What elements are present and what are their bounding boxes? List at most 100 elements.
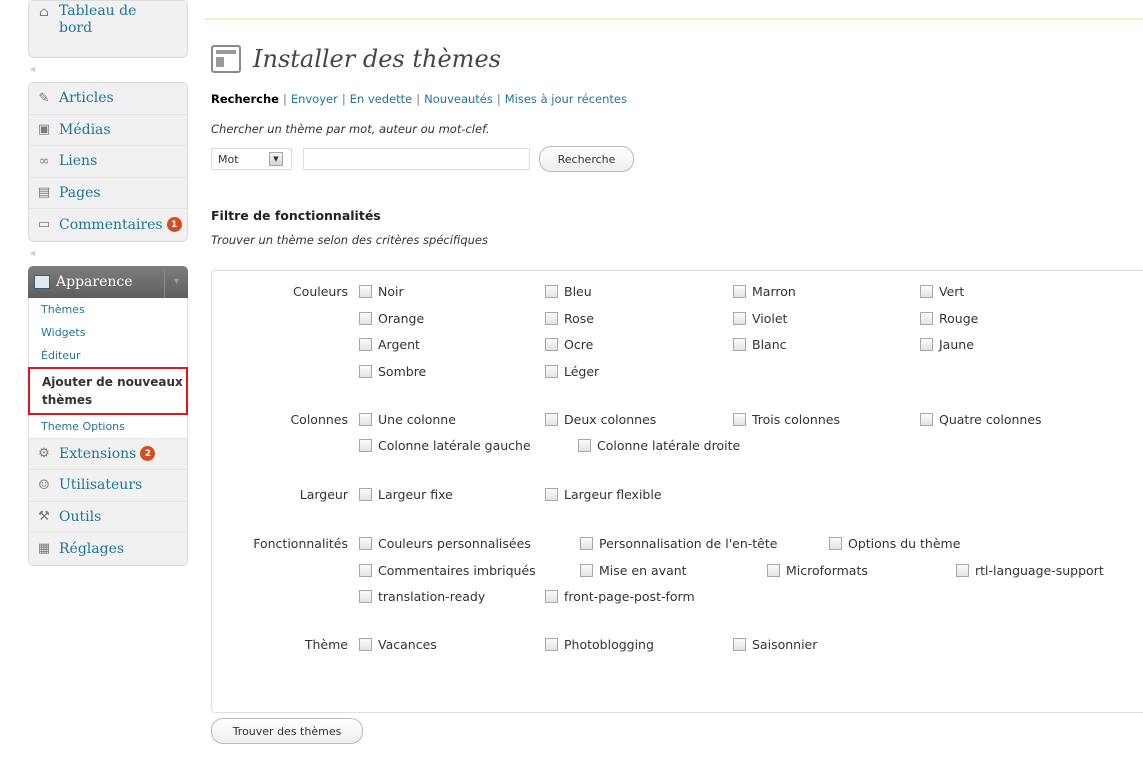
sidebar-item-links[interactable]: ∞ Liens bbox=[29, 146, 187, 178]
tab-newest[interactable]: Nouveautés bbox=[424, 92, 493, 106]
filter-option[interactable]: Deux colonnes bbox=[545, 412, 656, 427]
chevron-down-icon[interactable]: ▾ bbox=[164, 265, 188, 298]
checkbox[interactable] bbox=[956, 564, 969, 577]
submenu-item-themes[interactable]: Thèmes bbox=[29, 298, 187, 321]
search-type-select[interactable]: Mot ▼ bbox=[211, 148, 292, 170]
submenu-item-widgets[interactable]: Widgets bbox=[29, 321, 187, 344]
filter-option[interactable]: Photoblogging bbox=[545, 637, 654, 652]
filter-option[interactable]: Argent bbox=[359, 337, 420, 352]
filter-option[interactable]: Couleurs personnalisées bbox=[359, 536, 531, 551]
filter-option[interactable]: rtl-language-support bbox=[956, 563, 1104, 578]
checkbox[interactable] bbox=[359, 413, 372, 426]
sidebar-item-pages[interactable]: ▤ Pages bbox=[29, 178, 187, 209]
filter-option[interactable]: Sombre bbox=[359, 364, 426, 379]
option-label: Photoblogging bbox=[564, 637, 654, 652]
checkbox[interactable] bbox=[359, 537, 372, 550]
submenu-item-add-themes[interactable]: Ajouter de nouveaux thèmes bbox=[28, 366, 188, 415]
checkbox[interactable] bbox=[545, 488, 558, 501]
submenu-item-theme-options[interactable]: Theme Options bbox=[29, 415, 187, 438]
sidebar-item-tools[interactable]: ⚒ Outils bbox=[29, 502, 187, 533]
checkbox[interactable] bbox=[545, 638, 558, 651]
checkbox[interactable] bbox=[359, 439, 372, 452]
filter-option[interactable]: Personnalisation de l'en-tête bbox=[580, 536, 777, 551]
filter-option[interactable]: Vacances bbox=[359, 637, 437, 652]
checkbox[interactable] bbox=[359, 285, 372, 298]
tab-search[interactable]: Recherche bbox=[211, 92, 279, 106]
checkbox[interactable] bbox=[545, 590, 558, 603]
filter-option[interactable]: Options du thème bbox=[829, 536, 960, 551]
sidebar-item-settings[interactable]: ▦ Réglages bbox=[29, 533, 187, 565]
filter-option[interactable]: Blanc bbox=[733, 337, 787, 352]
tab-updated[interactable]: Mises à jour récentes bbox=[505, 92, 627, 106]
filter-option[interactable]: Marron bbox=[733, 284, 796, 299]
checkbox[interactable] bbox=[578, 439, 591, 452]
checkbox[interactable] bbox=[359, 312, 372, 325]
filter-option[interactable]: Commentaires imbriqués bbox=[359, 563, 536, 578]
checkbox[interactable] bbox=[359, 365, 372, 378]
checkbox[interactable] bbox=[359, 488, 372, 501]
checkbox[interactable] bbox=[359, 590, 372, 603]
find-themes-button[interactable]: Trouver des thèmes bbox=[211, 718, 363, 744]
checkbox[interactable] bbox=[733, 312, 746, 325]
filter-option[interactable]: Mise en avant bbox=[580, 563, 687, 578]
filter-option[interactable]: Rouge bbox=[920, 311, 978, 326]
checkbox[interactable] bbox=[359, 338, 372, 351]
filter-option[interactable]: Colonne latérale gauche bbox=[359, 438, 531, 453]
checkbox[interactable] bbox=[733, 338, 746, 351]
checkbox[interactable] bbox=[920, 338, 933, 351]
filter-option[interactable]: Une colonne bbox=[359, 412, 456, 427]
filter-option[interactable]: Trois colonnes bbox=[733, 412, 840, 427]
filter-option[interactable]: Largeur flexible bbox=[545, 487, 662, 502]
checkbox[interactable] bbox=[920, 312, 933, 325]
option-label: Largeur flexible bbox=[564, 487, 662, 502]
filter-option[interactable]: Léger bbox=[545, 364, 599, 379]
checkbox[interactable] bbox=[920, 285, 933, 298]
filter-option[interactable]: Largeur fixe bbox=[359, 487, 453, 502]
filter-option[interactable]: Violet bbox=[733, 311, 787, 326]
filter-option[interactable]: Saisonnier bbox=[733, 637, 817, 652]
sidebar-item-comments[interactable]: ▭ Commentaires 1 bbox=[29, 209, 187, 241]
tab-featured[interactable]: En vedette bbox=[350, 92, 413, 106]
option-label: Vert bbox=[939, 284, 965, 299]
filter-option[interactable]: Noir bbox=[359, 284, 404, 299]
checkbox[interactable] bbox=[545, 338, 558, 351]
filter-option[interactable]: Microformats bbox=[767, 563, 868, 578]
sidebar-item-plugins[interactable]: ⚙ Extensions 2 bbox=[29, 439, 187, 470]
checkbox[interactable] bbox=[920, 413, 933, 426]
checkbox[interactable] bbox=[359, 564, 372, 577]
checkbox[interactable] bbox=[545, 413, 558, 426]
checkbox[interactable] bbox=[545, 312, 558, 325]
checkbox[interactable] bbox=[580, 564, 593, 577]
filter-option[interactable]: translation-ready bbox=[359, 589, 485, 604]
tab-upload[interactable]: Envoyer bbox=[291, 92, 338, 106]
filter-option[interactable]: Rose bbox=[545, 311, 594, 326]
filter-option[interactable]: Orange bbox=[359, 311, 424, 326]
filter-option[interactable]: Colonne latérale droite bbox=[578, 438, 740, 453]
filter-option[interactable]: Bleu bbox=[545, 284, 592, 299]
filter-option[interactable]: Jaune bbox=[920, 337, 974, 352]
settings-icon: ▦ bbox=[37, 541, 51, 557]
checkbox[interactable] bbox=[767, 564, 780, 577]
sidebar-item-appearance[interactable]: Apparence ▾ bbox=[28, 265, 188, 298]
checkbox[interactable] bbox=[545, 365, 558, 378]
checkbox[interactable] bbox=[733, 285, 746, 298]
checkbox[interactable] bbox=[733, 638, 746, 651]
sidebar-item-users[interactable]: ☺ Utilisateurs bbox=[29, 470, 187, 502]
checkbox[interactable] bbox=[733, 413, 746, 426]
filter-option[interactable]: front-page-post-form bbox=[545, 589, 695, 604]
checkbox[interactable] bbox=[359, 638, 372, 651]
checkbox[interactable] bbox=[829, 537, 842, 550]
sidebar-item-label: Tableau de bord bbox=[59, 3, 137, 36]
submenu-item-editor[interactable]: Éditeur bbox=[29, 344, 187, 367]
filter-option[interactable]: Vert bbox=[920, 284, 964, 299]
sidebar-item-articles[interactable]: ✎ Articles bbox=[29, 83, 187, 115]
sidebar-item-media[interactable]: ▣ Médias bbox=[29, 115, 187, 146]
search-button[interactable]: Recherche bbox=[539, 146, 634, 172]
search-input[interactable] bbox=[303, 148, 530, 170]
filter-option[interactable]: Ocre bbox=[545, 337, 593, 352]
checkbox[interactable] bbox=[580, 537, 593, 550]
filter-option[interactable]: Quatre colonnes bbox=[920, 412, 1042, 427]
sidebar-item-dashboard[interactable]: ⌂ Tableau de bord bbox=[29, 1, 187, 57]
comment-count-badge: 1 bbox=[166, 217, 182, 233]
checkbox[interactable] bbox=[545, 285, 558, 298]
